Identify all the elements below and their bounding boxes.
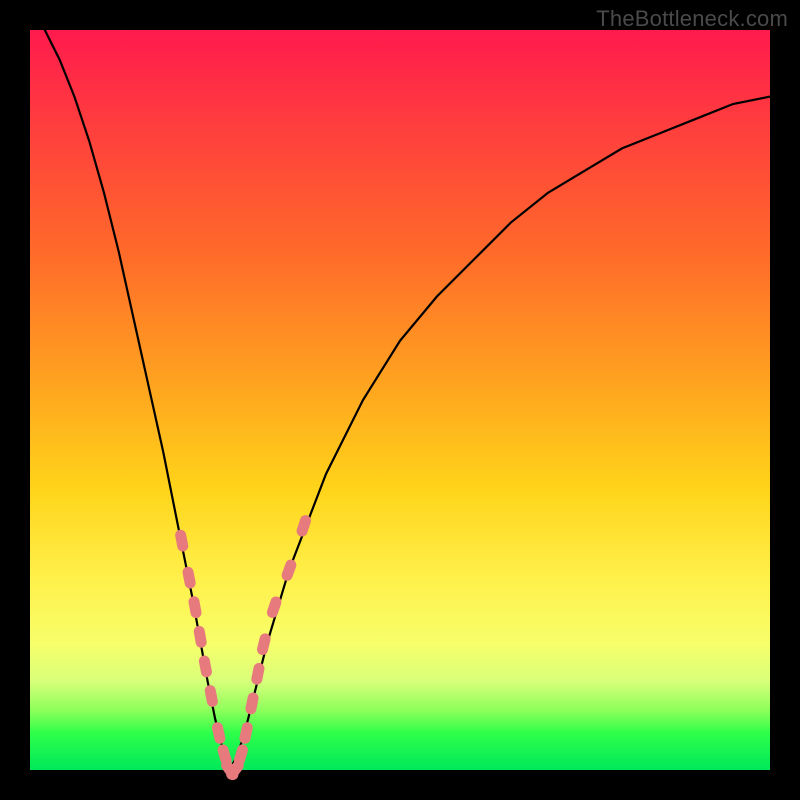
chart-frame: TheBottleneck.com — [0, 0, 800, 800]
data-marker — [174, 529, 189, 553]
chart-overlay — [30, 30, 770, 770]
data-marker — [211, 721, 227, 745]
data-markers — [174, 514, 312, 783]
data-marker — [238, 721, 253, 745]
data-marker — [244, 692, 259, 716]
data-marker — [198, 655, 213, 679]
data-marker — [232, 743, 249, 767]
watermark-text: TheBottleneck.com — [596, 6, 788, 32]
data-marker — [204, 684, 219, 708]
data-marker — [295, 514, 312, 538]
data-marker — [250, 662, 265, 686]
data-marker — [265, 595, 283, 619]
data-marker — [193, 625, 208, 649]
data-marker — [256, 632, 272, 656]
bottleneck-curve — [45, 30, 770, 770]
data-marker — [280, 558, 298, 582]
data-marker — [188, 595, 203, 619]
data-marker — [182, 566, 197, 590]
